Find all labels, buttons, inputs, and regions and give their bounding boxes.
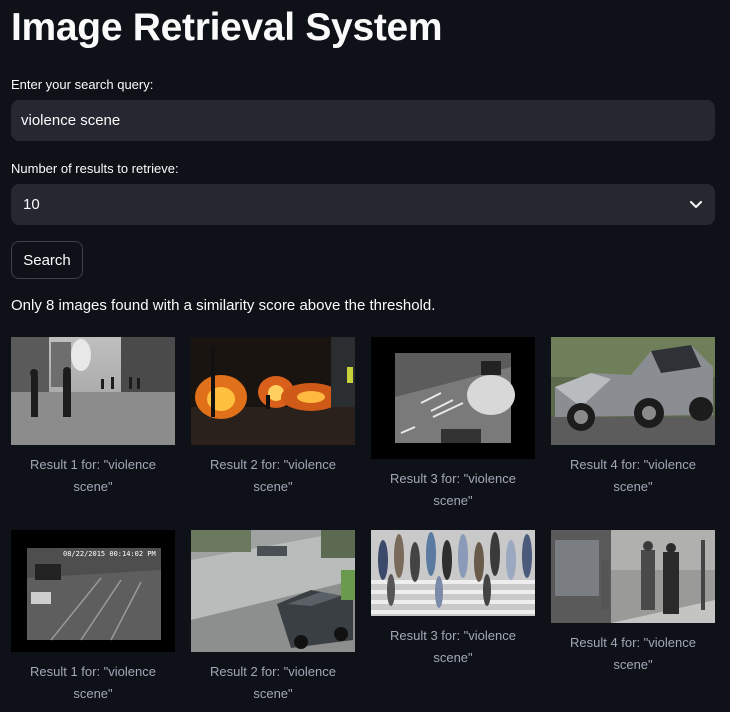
results-count-value: 10 <box>23 196 40 213</box>
result-caption: Result 2 for: "violence scene" <box>209 664 336 701</box>
result-image[interactable] <box>191 530 355 652</box>
status-message: Only 8 images found with a similarity sc… <box>11 297 436 314</box>
result-card: 08/22/2015 00:14:02 PM Result 1 for: "vi… <box>11 530 175 705</box>
page-title: Image Retrieval System <box>11 6 443 49</box>
result-caption: Result 4 for: "violence scene" <box>569 635 696 672</box>
result-caption: Result 2 for: "violence scene" <box>209 457 336 494</box>
result-image[interactable] <box>371 337 535 459</box>
result-card: Result 1 for: "violence scene" <box>11 337 175 498</box>
result-image[interactable]: 08/22/2015 00:14:02 PM <box>11 530 175 652</box>
result-caption: Result 4 for: "violence scene" <box>569 457 696 494</box>
result-caption: Result 1 for: "violence scene" <box>29 457 156 494</box>
chevron-down-icon <box>689 198 703 212</box>
result-card: Result 4 for: "violence scene" <box>551 337 715 498</box>
result-card: Result 3 for: "violence scene" <box>371 337 535 512</box>
search-input-value: violence scene <box>21 112 121 129</box>
query-label: Enter your search query: <box>11 77 154 92</box>
count-label: Number of results to retrieve: <box>11 161 179 176</box>
result-image[interactable] <box>551 530 715 623</box>
result-caption: Result 3 for: "violence scene" <box>389 471 516 508</box>
result-caption: Result 3 for: "violence scene" <box>389 628 516 665</box>
result-image[interactable] <box>11 337 175 445</box>
result-card: Result 3 for: "violence scene" <box>371 530 535 669</box>
result-caption: Result 1 for: "violence scene" <box>29 664 156 701</box>
result-image[interactable] <box>371 530 535 616</box>
result-image[interactable] <box>551 337 715 445</box>
result-card: Result 2 for: "violence scene" <box>191 337 355 498</box>
result-image[interactable] <box>191 337 355 445</box>
search-button[interactable]: Search <box>11 241 83 279</box>
results-count-select[interactable]: 10 <box>11 184 715 225</box>
result-card: Result 2 for: "violence scene" <box>191 530 355 705</box>
timestamp-overlay: 08/22/2015 00:14:02 PM <box>63 550 156 558</box>
search-input[interactable]: violence scene <box>11 100 715 141</box>
result-card: Result 4 for: "violence scene" <box>551 530 715 676</box>
